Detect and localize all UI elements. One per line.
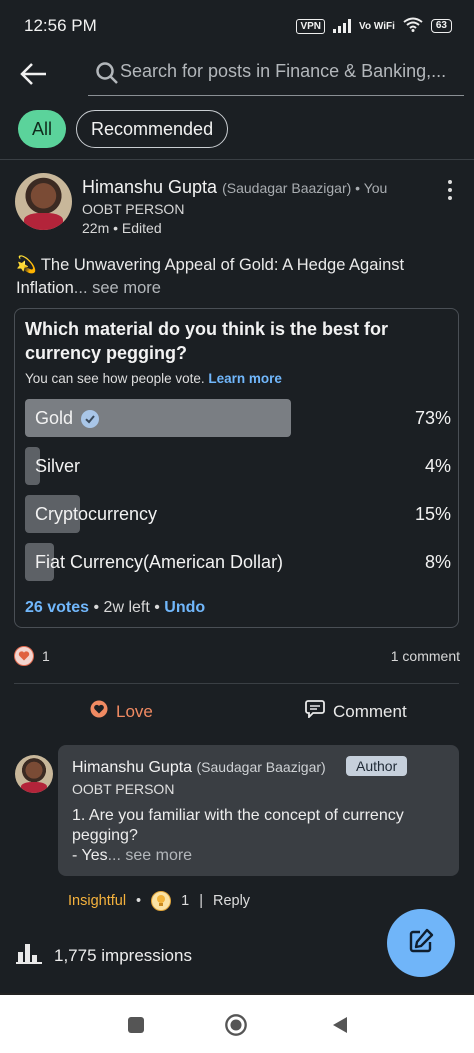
comment-text[interactable]: 1. Are you familiar with the concept of … <box>72 806 452 866</box>
back-arrow-icon[interactable] <box>18 58 50 90</box>
poll-option-label: Silver <box>35 456 80 477</box>
wifi-icon <box>403 17 423 35</box>
system-nav-bar <box>0 993 474 1053</box>
love-label: Love <box>116 701 153 721</box>
poll-option-label: Cryptocurrency <box>35 504 157 525</box>
comment-box: Himanshu Gupta (Saudagar Baazigar) Autho… <box>58 745 459 876</box>
compose-post-button[interactable] <box>387 909 455 977</box>
poll-question: Which material do you think is the best … <box>25 319 389 363</box>
poll-option-percent: 8% <box>424 552 451 572</box>
poll-option-label: Gold <box>35 408 100 429</box>
filter-recommended-chip[interactable]: Recommended <box>76 110 229 148</box>
comment-button[interactable]: Comment <box>305 700 407 723</box>
comment-author-name: Himanshu Gupta <box>72 759 193 776</box>
love-button[interactable]: Love <box>90 700 153 723</box>
poll-option-label: Fiat Currency(American Dollar) <box>35 552 283 573</box>
bar-chart-icon <box>16 942 42 969</box>
see-more-link[interactable]: ... see more <box>74 279 161 297</box>
status-bar: 12:56 PM VPN Vo WiFi 63 <box>0 0 474 52</box>
author-avatar[interactable] <box>15 173 72 230</box>
checkmark-icon <box>81 409 100 428</box>
vowifi-icon: Vo WiFi <box>359 20 395 32</box>
poll-option-percent: 4% <box>424 456 451 476</box>
comment-icon <box>305 700 325 723</box>
separator-dot: • <box>136 893 142 909</box>
poll-option-percent: 73% <box>414 408 451 428</box>
reply-button[interactable]: Reply <box>213 893 250 909</box>
comment-headline: OOBT PERSON <box>72 781 175 797</box>
post-time: 22m • Edited <box>82 220 162 236</box>
undo-link[interactable]: Undo <box>164 599 205 616</box>
search-icon <box>94 60 120 86</box>
search-input[interactable]: Search for posts in Finance & Banking,..… <box>120 61 460 82</box>
post-author-sub: (Saudagar Baazigar) • You <box>222 180 388 196</box>
author-badge: Author <box>346 756 408 776</box>
clock: 12:56 PM <box>24 16 97 35</box>
post-author-name: Himanshu Gupta <box>82 177 218 197</box>
back-button[interactable] <box>328 1013 352 1037</box>
love-reaction-icon <box>14 646 34 666</box>
top-bar: Search for posts in Finance & Banking,..… <box>0 52 474 98</box>
love-icon <box>90 700 108 723</box>
recents-button[interactable] <box>124 1013 148 1037</box>
votes-link[interactable]: 26 votes <box>25 599 89 616</box>
poll-note-text: You can see how people vote. <box>25 371 205 386</box>
comment-label: Comment <box>333 701 407 721</box>
divider <box>0 159 474 160</box>
home-button[interactable] <box>224 1013 248 1037</box>
post-headline: OOBT PERSON <box>82 201 185 217</box>
commenter-avatar[interactable] <box>15 755 53 793</box>
filter-all-chip[interactable]: All <box>18 110 67 148</box>
edit-icon <box>407 927 435 960</box>
insightful-button[interactable]: Insightful <box>68 893 126 909</box>
reaction-summary[interactable]: 1 <box>14 646 50 666</box>
poll-option-text: Gold <box>35 408 74 428</box>
comment-actions: Insightful • 1 | Reply <box>68 891 250 911</box>
divider <box>14 683 459 684</box>
poll-time-left: • 2w left • <box>89 599 165 616</box>
separator-bar: | <box>199 893 203 909</box>
impressions[interactable]: 1,775 impressions <box>16 942 192 969</box>
sparkle-emoji: 💫 <box>16 256 37 274</box>
vpn-icon: VPN <box>296 18 326 34</box>
post-author[interactable]: Himanshu Gupta (Saudagar Baazigar) • You <box>82 177 387 198</box>
poll-option[interactable]: Fiat Currency(American Dollar) 8% <box>25 543 451 581</box>
reaction-count: 1 <box>42 648 50 664</box>
impressions-count: 1,775 impressions <box>54 945 192 965</box>
search-bar[interactable]: Search for posts in Finance & Banking,..… <box>88 52 464 96</box>
battery-icon: 63 <box>430 19 452 33</box>
filter-chips: All Recommended <box>18 110 229 148</box>
poll-note: You can see how people vote. Learn more <box>25 371 282 386</box>
poll-option-text: Fiat Currency(American Dollar) <box>35 552 284 572</box>
poll-card: Which material do you think is the best … <box>14 308 459 628</box>
poll-option-text: Cryptocurrency <box>35 504 158 524</box>
lightbulb-icon <box>151 891 172 911</box>
poll-option-text: Silver <box>35 456 81 476</box>
comment-author-sub: (Saudagar Baazigar) <box>196 759 326 775</box>
more-options-icon[interactable] <box>446 180 454 200</box>
poll-option[interactable]: Cryptocurrency 15% <box>25 495 451 533</box>
comment-author[interactable]: Himanshu Gupta (Saudagar Baazigar) <box>72 759 326 777</box>
comment-see-more-link[interactable]: ... see more <box>108 847 192 864</box>
comment-count[interactable]: 1 comment <box>391 648 460 664</box>
poll-option[interactable]: Silver 4% <box>25 447 451 485</box>
poll-option-percent: 15% <box>414 504 451 524</box>
learn-more-link[interactable]: Learn more <box>208 371 282 386</box>
poll-footer: 26 votes • 2w left • Undo <box>25 599 205 617</box>
insightful-count: 1 <box>181 893 190 909</box>
signal-icon <box>333 19 352 33</box>
poll-option[interactable]: Gold 73% <box>25 399 451 437</box>
status-icons: VPN Vo WiFi 63 <box>296 17 452 35</box>
post-text[interactable]: 💫 The Unwavering Appeal of Gold: A Hedge… <box>16 254 456 300</box>
